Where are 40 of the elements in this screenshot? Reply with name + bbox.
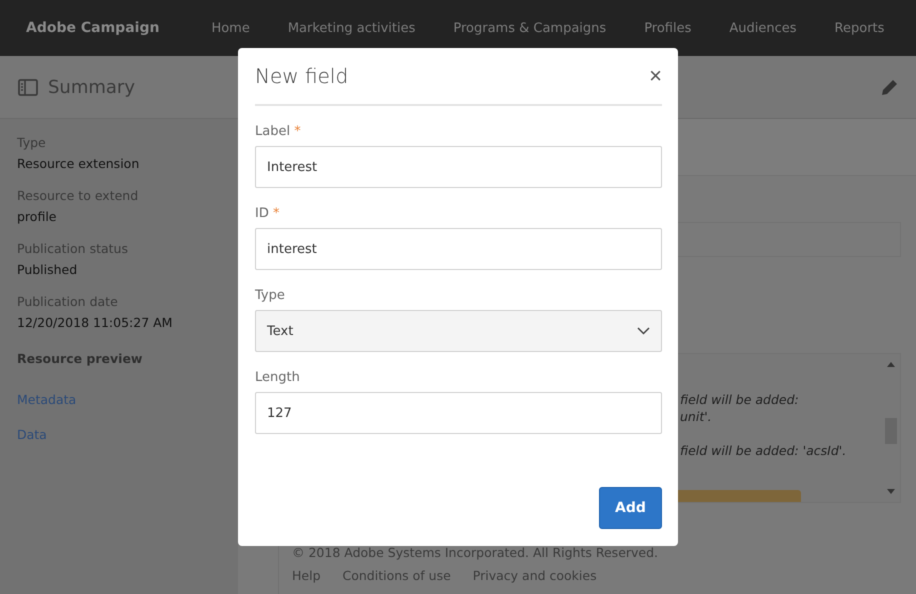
edit-icon[interactable]: [880, 77, 900, 97]
chevron-icon: [637, 327, 650, 335]
field-value: Published: [17, 262, 78, 277]
app-name: Adobe Campaign: [26, 20, 160, 36]
field-value: profile: [17, 209, 58, 224]
add-button[interactable]: Add: [599, 487, 662, 529]
nav-link[interactable]: Reports: [834, 20, 884, 36]
nav-link[interactable]: Audiences: [729, 20, 797, 36]
nav-link[interactable]: Profiles: [644, 20, 692, 36]
field-label: ID *: [255, 206, 280, 221]
section-title: Resource preview: [17, 351, 144, 366]
field-label: Label *: [255, 124, 302, 139]
field-label: Type: [17, 135, 47, 150]
log-line: unit'.: [680, 409, 713, 426]
nav-link[interactable]: Home: [211, 20, 250, 36]
field-label: Publication status: [17, 241, 129, 256]
field-label: Length: [255, 370, 301, 385]
footer-link[interactable]: Conditions of use: [342, 568, 451, 583]
field-value: 12/20/2018 11:05:27 AM: [17, 315, 174, 330]
footer-link[interactable]: Help: [292, 568, 320, 583]
copyright: © 2018 Adobe Systems Incorporated. All Rights Reserved.: [292, 545, 660, 560]
panel-title: Summary: [48, 76, 135, 98]
input-field[interactable]: interest: [255, 228, 662, 270]
footer-link[interactable]: Privacy and cookies: [472, 568, 597, 583]
panel-icon: [18, 78, 38, 96]
nav-link[interactable]: Programs & Campaigns: [453, 20, 606, 36]
field-label: Resource to extend: [17, 188, 140, 203]
field-label: Publication date: [17, 294, 119, 309]
nav-link[interactable]: Marketing activities: [288, 20, 416, 36]
field-label: Type: [255, 288, 286, 303]
close-button[interactable]: ×: [649, 65, 662, 87]
input-field[interactable]: Interest: [255, 146, 662, 188]
scroll-up-icon[interactable]: [887, 362, 895, 367]
log-line: field will be added:: [680, 392, 800, 409]
type-select[interactable]: Text: [255, 310, 662, 352]
field-value: Resource extension: [17, 156, 140, 171]
dialog-title: New field: [255, 64, 348, 88]
log-line: field will be added: 'acsId'.: [680, 443, 848, 460]
scroll-down-icon[interactable]: [887, 489, 895, 494]
input-field[interactable]: 127: [255, 392, 662, 434]
